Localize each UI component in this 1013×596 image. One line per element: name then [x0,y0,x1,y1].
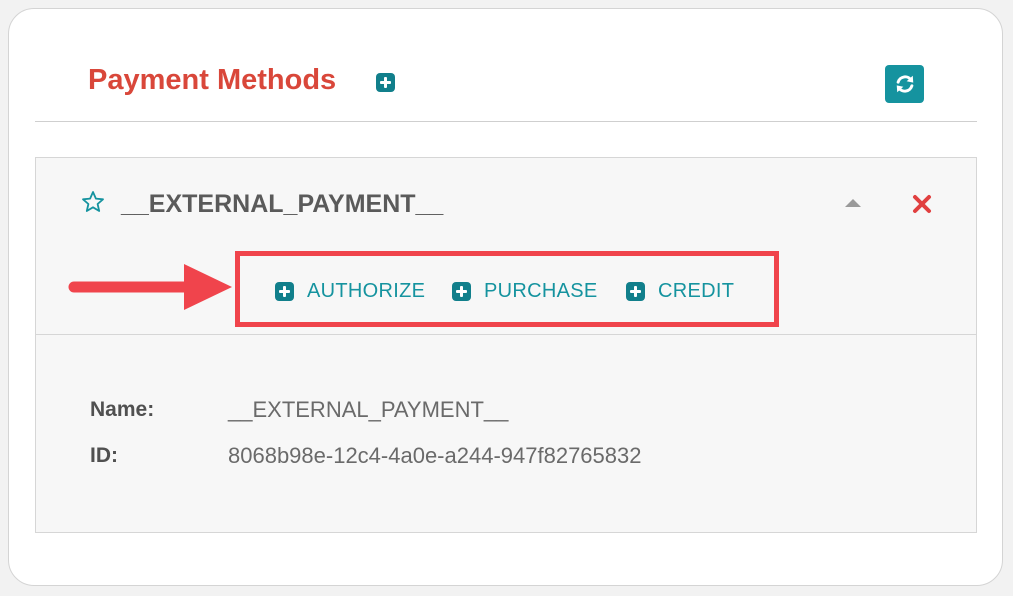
authorize-label: AUTHORIZE [307,279,426,302]
panel-divider [36,334,976,335]
id-label: ID: [90,444,118,467]
purchase-action[interactable]: PURCHASE [452,278,598,304]
plus-square-icon [626,281,645,301]
header-divider [35,121,977,122]
close-icon[interactable] [911,193,933,215]
credit-action[interactable]: CREDIT [626,278,734,304]
authorize-action[interactable]: AUTHORIZE [275,278,425,304]
name-label: Name: [90,398,155,421]
arrow-annotation-icon [68,264,232,310]
page-title: Payment Methods [88,64,337,96]
id-value: 8068b98e-12c4-4a0e-a244-947f82765832 [228,443,642,468]
plus-square-icon [452,281,471,301]
refresh-button[interactable] [885,65,924,103]
plus-square-icon [275,281,294,301]
caret-up-icon[interactable] [845,199,861,207]
star-outline-icon[interactable] [81,190,105,214]
refresh-icon [896,75,913,93]
add-payment-method-icon[interactable] [376,73,395,92]
purchase-label: PURCHASE [484,279,598,302]
credit-label: CREDIT [658,279,735,302]
name-value: __EXTERNAL_PAYMENT__ [228,397,509,422]
payment-method-name: __EXTERNAL_PAYMENT__ [121,190,444,218]
